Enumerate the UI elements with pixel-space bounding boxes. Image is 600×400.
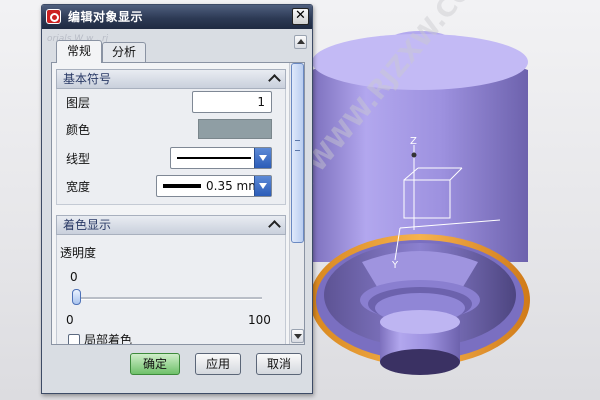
dialog-title: 编辑对象显示 — [68, 10, 144, 24]
basic-symbol-group-header[interactable]: 基本符号 — [56, 69, 286, 89]
transparency-slider-track[interactable] — [76, 297, 262, 300]
transparency-label: 透明度 — [60, 246, 97, 260]
axis-z-label: Z — [410, 136, 417, 147]
general-tab-panel: 基本符号 图层 1 颜色 线型 宽度 0.35 mm 着色显示 透明度 0 0 … — [51, 62, 305, 345]
tab-general[interactable]: 常规 — [56, 40, 102, 63]
linetype-dropdown[interactable] — [170, 147, 272, 169]
app-icon — [46, 9, 61, 24]
ok-button[interactable]: 确定 — [130, 353, 180, 375]
width-dropdown[interactable]: 0.35 mm — [156, 175, 272, 197]
collapse-up-icon[interactable] — [266, 217, 282, 233]
layer-label: 图层 — [66, 96, 91, 110]
dropdown-arrow-icon[interactable] — [254, 148, 271, 168]
axis-y-label: Y — [391, 260, 399, 271]
apply-button[interactable]: 应用 — [195, 353, 241, 375]
shaft-end — [380, 349, 460, 375]
color-swatch-button[interactable] — [198, 119, 272, 139]
shading-group-header[interactable]: 着色显示 — [56, 215, 286, 235]
transparency-value: 0 — [70, 270, 78, 284]
tab-analysis[interactable]: 分析 — [102, 42, 146, 62]
shading-header-label: 着色显示 — [63, 218, 112, 232]
scroll-down-icon[interactable] — [291, 329, 304, 343]
vertical-scrollbar[interactable] — [289, 63, 304, 344]
dropdown-arrow-icon[interactable] — [254, 176, 271, 196]
solid-line-sample — [177, 157, 251, 159]
width-value: 0.35 mm — [206, 179, 260, 193]
dialog-titlebar[interactable]: 编辑对象显示 ✕ — [42, 5, 312, 29]
partial-shading-checkbox[interactable] — [68, 334, 80, 344]
scroll-up-icon[interactable] — [294, 35, 307, 49]
linetype-label: 线型 — [66, 152, 91, 166]
edit-object-display-dialog: 编辑对象显示 ✕ orials W w . rj 常规 分析 基本符号 图层 1… — [41, 4, 313, 394]
layer-input[interactable]: 1 — [192, 91, 272, 113]
close-button[interactable]: ✕ — [292, 8, 309, 25]
slider-max-label: 100 — [248, 313, 271, 327]
thick-line-sample — [163, 184, 201, 188]
collapse-up-icon[interactable] — [266, 71, 282, 87]
transparency-slider-thumb[interactable] — [72, 289, 81, 305]
partial-shading-label: 局部着色 — [84, 333, 133, 345]
width-label: 宽度 — [66, 180, 91, 194]
scrollbar-thumb[interactable] — [291, 63, 304, 243]
basic-symbol-header-label: 基本符号 — [63, 72, 112, 86]
color-label: 颜色 — [66, 123, 91, 137]
cancel-button[interactable]: 取消 — [256, 353, 302, 375]
slider-min-label: 0 — [66, 313, 74, 327]
